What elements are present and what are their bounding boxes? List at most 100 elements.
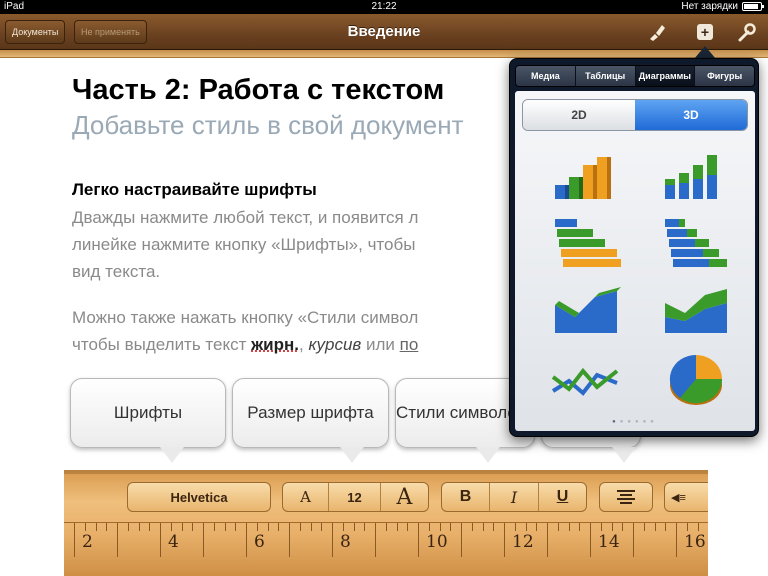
character-style-control: B I U [441, 482, 587, 512]
ruler-tick [128, 523, 129, 531]
3d-stacked-column-chart-icon[interactable] [655, 141, 737, 211]
tab-media[interactable]: Медиа [516, 66, 576, 86]
ruler-tick [96, 523, 97, 531]
font-size-control: A 12 A [282, 482, 429, 512]
ruler-tick [633, 523, 634, 557]
underline-button[interactable]: U [539, 483, 586, 511]
ruler-tick [590, 523, 591, 557]
ruler-tick [139, 523, 140, 531]
ruler-number: 4 [168, 532, 179, 552]
bold-sample: жирн. [251, 335, 300, 354]
segment-3d[interactable]: 3D [635, 100, 747, 130]
3d-area-chart-icon[interactable] [545, 277, 627, 347]
3d-bar-chart-icon[interactable] [545, 209, 627, 279]
indent-button[interactable]: ◀≡ [664, 482, 708, 512]
ruler-tick [332, 523, 333, 557]
ruler-tick [106, 523, 107, 531]
3d-pie-chart-icon[interactable] [655, 345, 737, 415]
3d-column-chart-icon[interactable] [545, 141, 627, 211]
ruler-tick [85, 523, 86, 531]
paragraph-line: Дважды нажмите любой текст, и появится л [72, 208, 419, 227]
callout-fonts: Шрифты [70, 378, 226, 448]
tab-tables[interactable]: Таблицы [575, 66, 636, 86]
ruler-tick [214, 523, 215, 531]
ruler-tick [450, 523, 451, 531]
tab-shapes[interactable]: Фигуры [695, 66, 754, 86]
text-run: или [361, 335, 400, 354]
status-bar: iPad 21:22 Нет зарядки [0, 0, 768, 14]
ruler-tick [354, 523, 355, 531]
align-center-button[interactable] [599, 482, 653, 512]
nav-bar: Документы Не применять Введение + [0, 14, 768, 50]
ruler-tick [300, 523, 301, 531]
paragraph-line: Можно также нажать кнопку «Стили символ [72, 308, 419, 327]
bold-button[interactable]: B [442, 483, 490, 511]
ruler-tick [504, 523, 505, 557]
ruler-tick [257, 523, 258, 531]
font-size-value: 12 [329, 483, 381, 511]
ruler-number: 2 [82, 532, 93, 552]
tab-charts[interactable]: Диаграммы [635, 66, 696, 86]
ruler-tick [558, 523, 559, 531]
ruler-tick [676, 523, 677, 557]
ruler-tick [622, 523, 623, 531]
indent-icon: ◀≡ [671, 491, 686, 504]
3d-line-chart-icon[interactable] [545, 345, 627, 415]
ruler-tick [192, 523, 193, 531]
ruler-tick [461, 523, 462, 557]
ruler-tick [526, 523, 527, 531]
battery-fill [744, 4, 758, 9]
doc-heading: Часть 2: Работа с текстом [72, 74, 445, 106]
ruler-tick [655, 523, 656, 531]
plus-icon[interactable]: + [697, 24, 713, 40]
ruler-tick [665, 523, 666, 531]
callout-tail [340, 447, 364, 463]
ruler-number: 16 [684, 532, 706, 552]
page-dot: ● [612, 419, 620, 425]
font-larger-button[interactable]: A [381, 483, 428, 511]
ruler-tick [569, 523, 570, 531]
ruler-number: 10 [426, 532, 448, 552]
ruler-tick [321, 523, 322, 531]
segment-2d[interactable]: 2D [523, 100, 635, 130]
clock: 21:22 [371, 1, 397, 12]
underline-sample: по [399, 335, 419, 354]
font-smaller-button[interactable]: A [283, 483, 329, 511]
ruler-tick [429, 523, 430, 531]
ruler-tick [601, 523, 602, 531]
brush-icon[interactable] [645, 21, 669, 43]
3d-stacked-bar-chart-icon[interactable] [655, 209, 737, 279]
ruler-tick [160, 523, 161, 557]
3d-stacked-area-chart-icon[interactable] [655, 277, 737, 347]
ruler-tick [375, 523, 376, 557]
ruler-tick [386, 523, 387, 531]
ruler-tick [246, 523, 247, 557]
font-name-button[interactable]: Helvetica [127, 482, 271, 512]
ruler-tick [612, 523, 613, 531]
ruler-number: 14 [598, 532, 620, 552]
ruler-tick [225, 523, 226, 531]
doc-subtitle: Добавьте стиль в свой документ [72, 110, 464, 140]
ruler-tick [483, 523, 484, 531]
ruler-tick [74, 523, 75, 557]
ruler-tick [343, 523, 344, 531]
ruler-tick [182, 523, 183, 531]
ruler-number: 6 [254, 532, 265, 552]
callout-font-size: Размер шрифта [232, 378, 389, 448]
ruler-tick [117, 523, 118, 557]
wrench-icon[interactable] [734, 21, 758, 43]
ruler-tick [149, 523, 150, 531]
paragraph-line: чтобы выделить текст жирн., курсив или п… [72, 331, 418, 358]
ruler-number: 8 [340, 532, 351, 552]
ruler-tick [687, 523, 688, 531]
ruler-tick [536, 523, 537, 531]
ruler-tick [418, 523, 419, 557]
page-indicator: ●●●●●● [515, 419, 755, 425]
ruler-tick [311, 523, 312, 531]
insert-popover: Медиа Таблицы Диаграммы Фигуры 2D 3D ●●●… [509, 58, 759, 437]
ruler-tick [440, 523, 441, 531]
battery-icon [742, 2, 764, 11]
italic-button[interactable]: I [490, 483, 539, 511]
popover-tabs: Медиа Таблицы Диаграммы Фигуры [515, 65, 755, 87]
format-ruler: Helvetica A 12 A B I U ◀≡ 2 4 6 8 10 12 14 16 [64, 470, 708, 576]
